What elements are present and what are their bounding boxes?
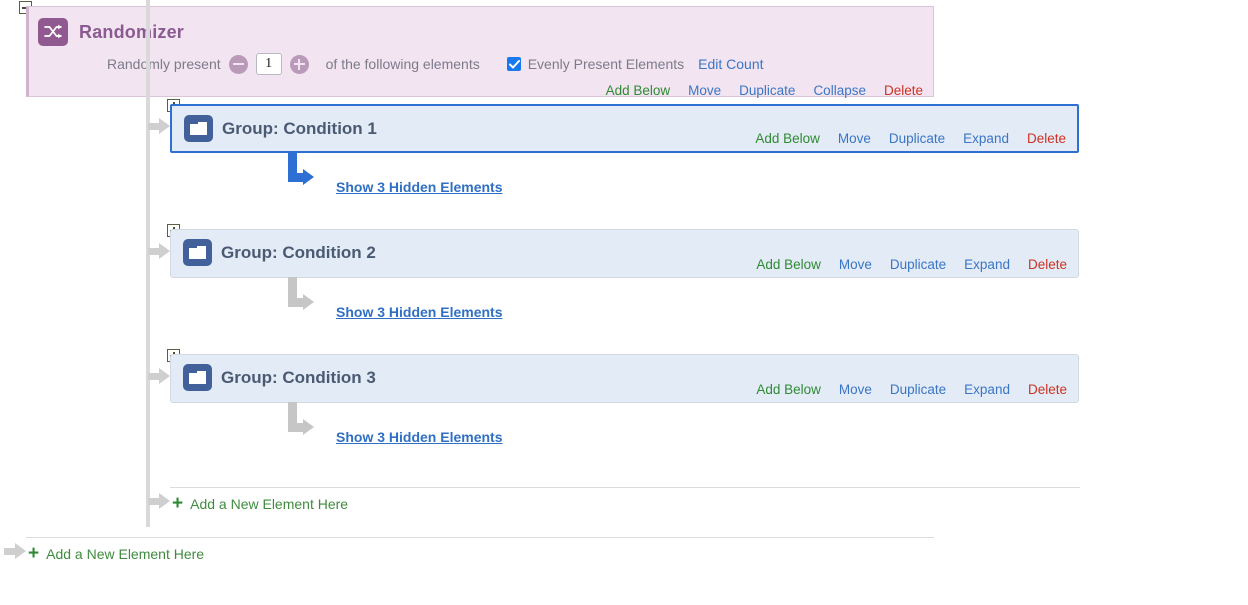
following-elements-label: of the following elements [325,56,480,72]
group-2-title: Group: Condition 2 [221,243,376,262]
group-1-title: Group: Condition 1 [222,119,377,138]
count-input[interactable] [255,53,282,75]
group-3-add-below-link[interactable]: Add Below [756,382,821,397]
group-1-duplicate-link[interactable]: Duplicate [889,131,945,146]
group-1-add-below-link[interactable]: Add Below [755,131,820,146]
group-3-delete-link[interactable]: Delete [1028,382,1067,397]
group-3-title: Group: Condition 3 [221,368,376,387]
inner-add-branch-arrow [148,493,170,509]
inner-add-separator [170,487,1080,488]
group-3-hidden-connector-arrow [288,402,322,438]
randomizer-controls-row: Randomly present of the following elemen… [107,51,764,77]
group-2-show-hidden-elements-link[interactable]: Show 3 Hidden Elements [336,304,502,320]
group-3-action-bar: Add Below Move Duplicate Expand Delete [756,382,1067,397]
group-1-move-link[interactable]: Move [838,131,871,146]
group-1-expand-link[interactable]: Expand [963,131,1009,146]
inner-add-new-element-row[interactable]: + Add a New Element Here [172,494,348,513]
evenly-present-checkbox[interactable] [506,57,521,71]
outer-add-new-element-label: Add a New Element Here [46,545,205,562]
group-3-duplicate-link[interactable]: Duplicate [890,382,946,397]
evenly-present-elements-field[interactable]: Evenly Present Elements [506,56,685,72]
group-3-move-link[interactable]: Move [839,382,872,397]
group-2-duplicate-link[interactable]: Duplicate [890,257,946,272]
group-2-move-link[interactable]: Move [839,257,872,272]
plus-icon: + [172,493,184,514]
group-3-branch-arrow [148,368,170,384]
randomizer-delete-link[interactable]: Delete [884,83,923,98]
randomizer-title: Randomizer [79,22,185,42]
inner-add-new-element-label: Add a New Element Here [190,495,349,512]
group-row-condition-2[interactable]: Group: Condition 2 Add Below Move Duplic… [170,229,1079,278]
group-3-show-hidden-elements-link[interactable]: Show 3 Hidden Elements [336,429,502,445]
group-folder-icon [184,115,213,142]
shuffle-icon [38,18,68,46]
randomizer-duplicate-link[interactable]: Duplicate [739,83,795,98]
randomly-present-label: Randomly present [107,56,221,72]
randomizer-collapse-link[interactable]: Collapse [813,83,866,98]
group-2-branch-arrow [148,243,170,259]
hierarchy-guide-line [146,0,150,527]
outer-add-branch-arrow [4,543,26,559]
outer-add-separator [26,537,934,538]
group-2-action-bar: Add Below Move Duplicate Expand Delete [756,257,1067,272]
group-1-branch-arrow [148,118,170,134]
group-row-condition-1[interactable]: Group: Condition 1 Add Below Move Duplic… [170,104,1079,153]
group-1-action-bar: Add Below Move Duplicate Expand Delete [755,131,1066,146]
group-folder-icon [183,364,212,391]
group-1-show-hidden-elements-link[interactable]: Show 3 Hidden Elements [336,179,502,195]
edit-count-link[interactable]: Edit Count [698,56,763,72]
group-folder-icon [183,239,212,266]
group-3-expand-link[interactable]: Expand [964,382,1010,397]
group-row-condition-3[interactable]: Group: Condition 3 Add Below Move Duplic… [170,354,1079,403]
group-2-hidden-connector-arrow [288,277,322,313]
randomizer-action-bar: Add Below Move Duplicate Collapse Delete [606,83,923,98]
plus-icon: + [28,543,40,564]
randomizer-add-below-link[interactable]: Add Below [606,83,671,98]
group-2-expand-link[interactable]: Expand [964,257,1010,272]
group-1-hidden-connector-arrow [288,152,322,188]
decrement-count-button[interactable] [228,54,248,74]
evenly-present-label: Evenly Present Elements [527,56,685,72]
group-2-delete-link[interactable]: Delete [1028,257,1067,272]
increment-count-button[interactable] [289,54,309,74]
randomizer-move-link[interactable]: Move [688,83,721,98]
group-1-delete-link[interactable]: Delete [1027,131,1066,146]
outer-add-new-element-row[interactable]: + Add a New Element Here [28,544,204,563]
randomizer-panel: Randomizer Randomly present of the follo… [26,6,934,98]
group-2-add-below-link[interactable]: Add Below [756,257,821,272]
